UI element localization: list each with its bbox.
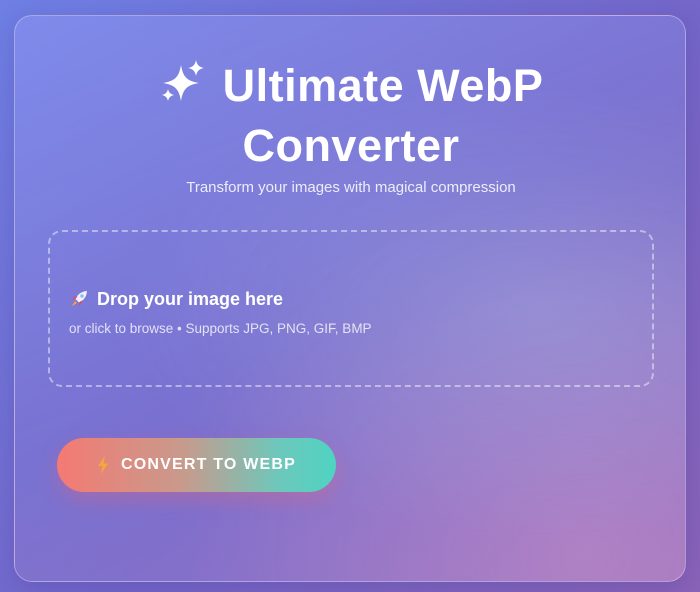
rocket-icon xyxy=(71,291,87,307)
title-text-1: Ultimate WebP xyxy=(222,60,544,111)
page-title: Ultimate WebP Converter xyxy=(15,56,687,176)
convert-button-label: CONVERT TO WEBP xyxy=(120,456,297,473)
dropzone-title: Drop your image here xyxy=(97,289,284,309)
title-line-1: Ultimate WebP xyxy=(15,56,687,116)
lightning-bolt-icon xyxy=(97,456,108,474)
dropzone-hint: or click to browse • Supports JPG, PNG, … xyxy=(69,321,372,336)
title-line-2: Converter xyxy=(242,120,460,171)
page-subtitle: Transform your images with magical compr… xyxy=(186,179,516,196)
image-dropzone[interactable]: Drop your image here or click to browse … xyxy=(48,230,654,387)
dropzone-title-row: Drop your image here xyxy=(69,287,283,311)
convert-button[interactable]: CONVERT TO WEBP xyxy=(57,438,336,492)
sparkles-icon xyxy=(161,60,204,101)
converter-card: Ultimate WebP Converter Transform your i… xyxy=(14,15,686,582)
